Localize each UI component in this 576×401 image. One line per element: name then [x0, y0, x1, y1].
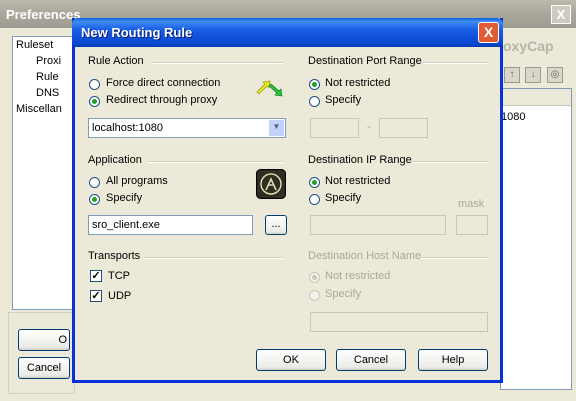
force-direct-radio[interactable]	[89, 79, 100, 90]
rules-list-value: 1080	[501, 111, 526, 123]
dialog-title: New Routing Rule	[81, 25, 193, 40]
dialog-close-button[interactable]: X	[478, 22, 499, 43]
rules-list[interactable]: 1080	[500, 88, 572, 390]
up-arrow-icon[interactable]: ↑	[504, 67, 520, 83]
preferences-ok-button[interactable]: O	[18, 329, 70, 351]
port-not-restricted-label[interactable]: Not restricted	[325, 77, 390, 89]
tcp-checkbox[interactable]: ✓	[90, 270, 102, 282]
application-divider	[148, 161, 283, 163]
chevron-down-icon[interactable]: ▼	[268, 120, 284, 136]
help-button[interactable]: Help	[418, 349, 488, 371]
dest-ip-divider	[413, 161, 488, 163]
tcp-label[interactable]: TCP	[108, 270, 130, 282]
application-badge-icon	[256, 169, 286, 199]
swap-arrows-icon	[256, 80, 283, 97]
tree-item-rules[interactable]: Rule	[36, 71, 59, 83]
preferences-title: Preferences	[6, 7, 81, 22]
tree-item-dns[interactable]: DNS	[36, 87, 59, 99]
host-not-restricted-label[interactable]: Not restricted	[325, 270, 390, 282]
ip-mask-input[interactable]	[456, 215, 488, 235]
host-specify-radio[interactable]	[309, 290, 320, 301]
program-input[interactable]: sro_client.exe	[88, 215, 253, 235]
ip-specify-radio[interactable]	[309, 194, 320, 205]
ip-not-restricted-label[interactable]: Not restricted	[325, 175, 390, 187]
udp-label[interactable]: UDP	[108, 290, 131, 302]
ip-not-restricted-radio[interactable]	[309, 177, 320, 188]
cancel-button[interactable]: Cancel	[336, 349, 406, 371]
ok-button[interactable]: OK	[256, 349, 326, 371]
specify-program-radio[interactable]	[89, 194, 100, 205]
port-specify-label[interactable]: Specify	[325, 94, 361, 106]
preferences-cancel-button[interactable]: Cancel	[18, 357, 70, 379]
dest-host-heading: Destination Host Name	[308, 250, 422, 262]
dest-port-divider	[423, 62, 488, 64]
specify-program-label[interactable]: Specify	[106, 192, 142, 204]
port-specify-radio[interactable]	[309, 96, 320, 107]
port-range-separator: -	[367, 121, 371, 133]
tree-item-ruleset[interactable]: Ruleset	[16, 39, 53, 51]
preferences-button-group	[8, 312, 75, 394]
host-not-restricted-radio[interactable]	[309, 272, 320, 283]
ip-specify-label[interactable]: Specify	[325, 192, 361, 204]
host-specify-label[interactable]: Specify	[325, 288, 361, 300]
mask-label: mask	[458, 198, 485, 210]
force-direct-label[interactable]: Force direct connection	[106, 77, 220, 89]
all-programs-radio[interactable]	[89, 177, 100, 188]
down-arrow-icon[interactable]: ↓	[525, 67, 541, 83]
browse-button[interactable]: ...	[265, 215, 287, 235]
rule-action-heading: Rule Action	[88, 55, 144, 67]
dest-host-divider	[421, 257, 488, 259]
rules-list-header	[501, 89, 571, 106]
tree-item-proxies[interactable]: Proxi	[36, 55, 61, 67]
proxy-select[interactable]: localhost:1080	[88, 118, 286, 138]
dest-ip-heading: Destination IP Range	[308, 154, 412, 166]
port-to-input[interactable]	[379, 118, 428, 138]
port-from-input[interactable]	[310, 118, 359, 138]
tree-item-miscellaneous[interactable]: Miscellan	[16, 103, 62, 115]
rule-action-divider	[151, 62, 283, 64]
udp-checkbox[interactable]: ✓	[90, 290, 102, 302]
dest-port-heading: Destination Port Range	[308, 55, 422, 67]
transports-divider	[144, 257, 283, 259]
settings-icon[interactable]: ◎	[547, 67, 563, 83]
port-not-restricted-radio[interactable]	[309, 79, 320, 90]
transports-heading: Transports	[88, 250, 141, 262]
preferences-close-button[interactable]: X	[551, 5, 571, 24]
application-heading: Application	[88, 154, 142, 166]
redirect-proxy-label[interactable]: Redirect through proxy	[106, 94, 217, 106]
host-name-input[interactable]	[310, 312, 488, 332]
ip-address-input[interactable]	[310, 215, 446, 235]
branding-text: oxyCap	[503, 38, 554, 54]
redirect-proxy-radio[interactable]	[89, 96, 100, 107]
all-programs-label[interactable]: All programs	[106, 175, 168, 187]
